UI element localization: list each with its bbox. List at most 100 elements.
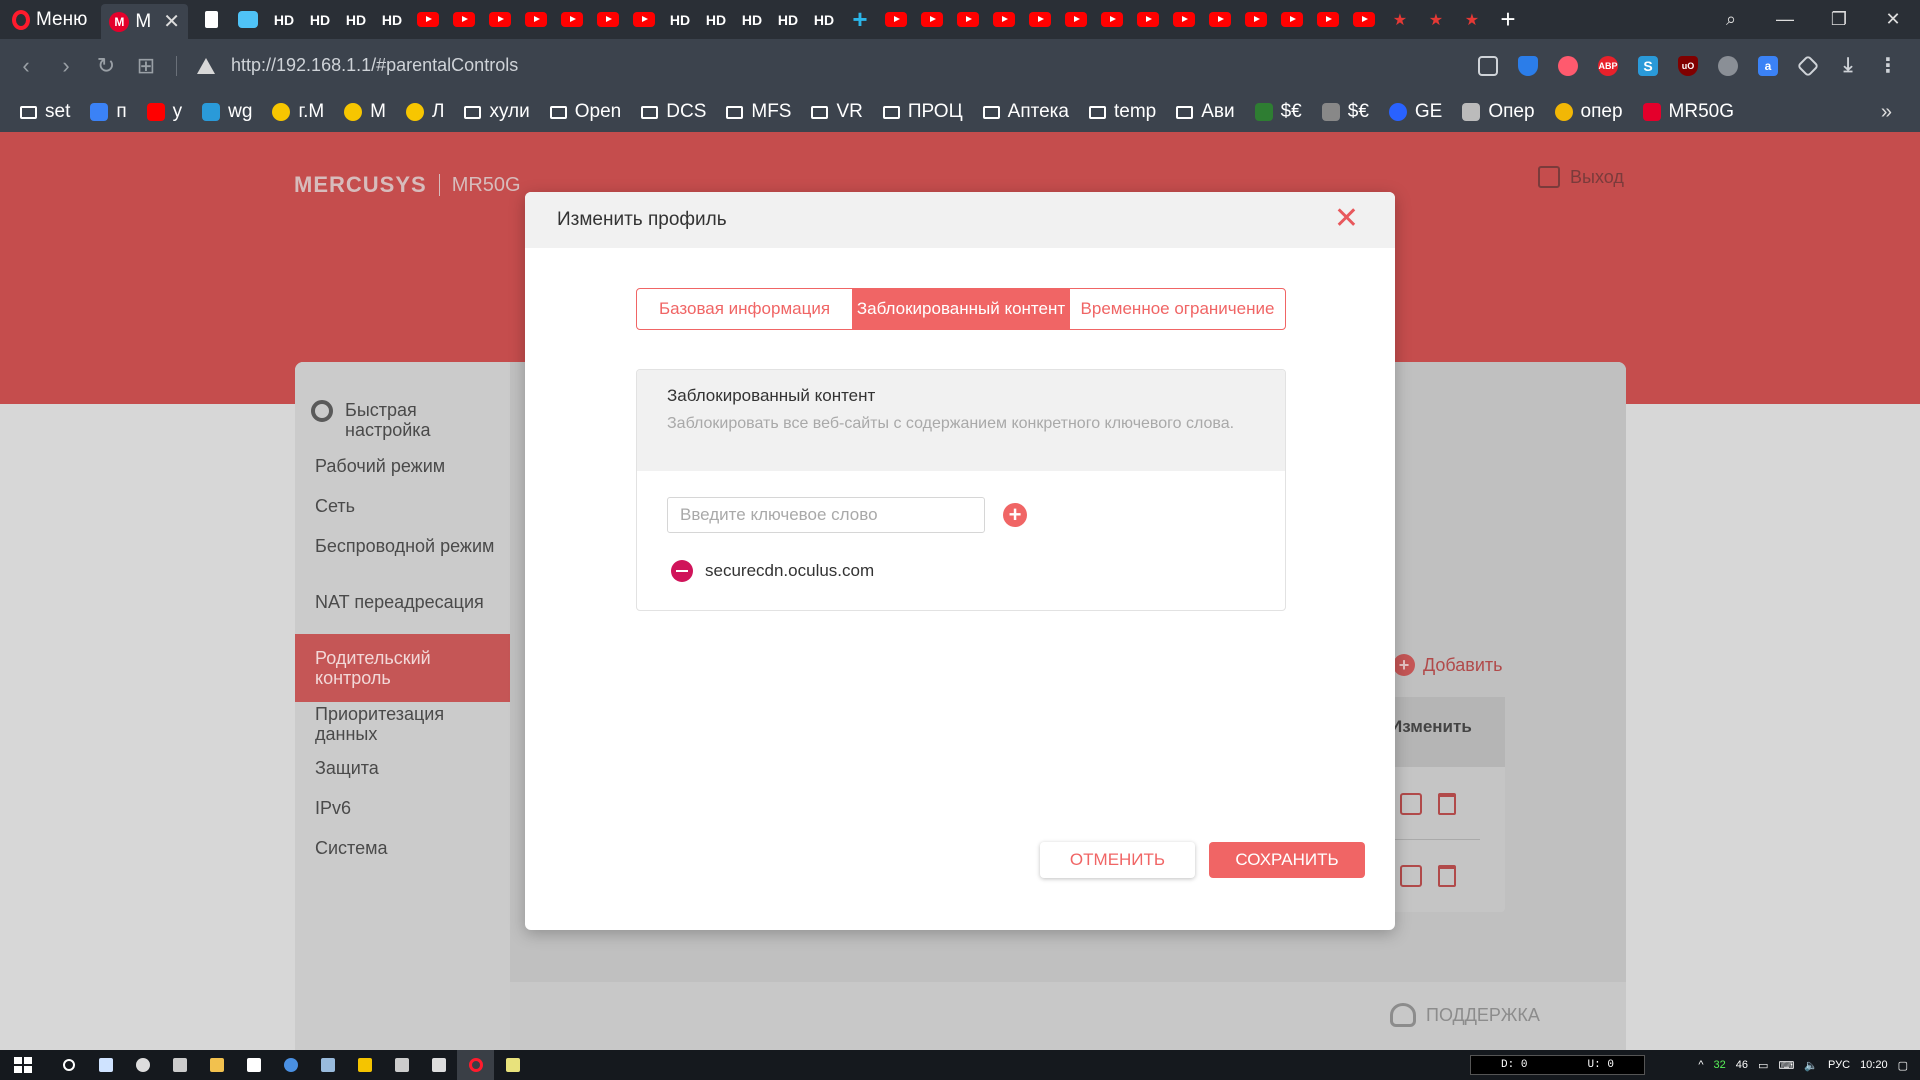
sidebar-item-wireless[interactable]: Беспроводной режим <box>315 536 495 556</box>
notifications-icon[interactable]: ▢ <box>1898 1059 1908 1072</box>
pinned-tab[interactable] <box>986 0 1022 39</box>
sidebar-item-quick-setup[interactable]: Быстрая настройка <box>311 400 495 440</box>
bookmark-item[interactable]: у <box>146 101 182 123</box>
bookmark-item[interactable]: Л <box>406 101 444 123</box>
insecure-warning-icon[interactable] <box>197 57 215 74</box>
taskbar-app-icon[interactable] <box>420 1050 457 1080</box>
bookmark-item[interactable]: DCS <box>641 101 706 123</box>
keyword-input[interactable] <box>667 497 985 533</box>
cube-icon[interactable] <box>1788 54 1828 77</box>
bookmark-item[interactable]: wg <box>202 101 252 123</box>
opera-taskbar-icon[interactable] <box>457 1050 494 1080</box>
explorer-folder-icon[interactable] <box>198 1050 235 1080</box>
sidebar-item-network[interactable]: Сеть <box>315 496 495 516</box>
download-icon[interactable]: ⤓ <box>1828 54 1868 76</box>
start-windows-icon[interactable] <box>14 1057 32 1073</box>
opera-menu-button[interactable]: Меню <box>0 0 101 39</box>
bookmark-item[interactable]: опер <box>1554 101 1623 123</box>
sidebar-item-parental-controls[interactable]: Родительский контроль <box>295 634 510 702</box>
bookmark-item[interactable]: г.М <box>272 101 324 123</box>
sidebar-item-ipv6[interactable]: IPv6 <box>315 798 495 818</box>
pinned-tab[interactable] <box>626 0 662 39</box>
close-icon[interactable]: ✕ <box>1334 204 1359 234</box>
bookmark-item[interactable]: п <box>90 101 127 123</box>
pinned-tab[interactable] <box>1130 0 1166 39</box>
pinned-tab-hd[interactable]: HD <box>338 0 374 39</box>
back-icon[interactable]: ‹ <box>6 53 46 79</box>
bookmark-item[interactable]: MFS <box>726 101 791 123</box>
bookmark-item[interactable]: М <box>344 101 386 123</box>
search-tabs-icon[interactable]: ⌕ <box>1704 0 1758 39</box>
pinned-tab[interactable] <box>1094 0 1130 39</box>
translate-icon[interactable]: a <box>1748 55 1788 76</box>
bookmark-item[interactable]: Аптека <box>982 101 1069 123</box>
notepad-icon[interactable] <box>87 1050 124 1080</box>
bookmark-item[interactable]: VR <box>811 101 863 123</box>
language-indicator[interactable]: РУС <box>1828 1059 1850 1071</box>
logout-button[interactable]: Выход <box>1538 166 1624 188</box>
bookmark-item[interactable]: MR50G <box>1642 101 1734 123</box>
pinned-tab-star-icon[interactable]: ★ <box>1454 0 1490 39</box>
more-bookmarks-icon[interactable]: » <box>1881 101 1892 124</box>
adblock-icon[interactable]: ABP <box>1588 55 1628 76</box>
pinned-tab[interactable] <box>590 0 626 39</box>
pinned-tab[interactable] <box>878 0 914 39</box>
network-icon[interactable]: ▭ <box>1758 1059 1768 1072</box>
pinned-tab[interactable] <box>1166 0 1202 39</box>
sidebar-item-nat-forwarding[interactable]: NAT переадресация <box>315 592 495 612</box>
bookmark-item[interactable]: Open <box>549 101 621 123</box>
tab-time-limits[interactable]: Временное ограничение <box>1069 289 1285 329</box>
pinned-tab[interactable] <box>482 0 518 39</box>
bookmark-item[interactable]: $€ <box>1321 101 1369 123</box>
pinned-tab-hd[interactable]: HD <box>662 0 698 39</box>
bookmark-item[interactable]: GE <box>1388 101 1442 123</box>
pinned-tab-star-icon[interactable]: ★ <box>1382 0 1418 39</box>
forward-icon[interactable]: › <box>46 53 86 79</box>
taskbar-app-icon[interactable] <box>346 1050 383 1080</box>
save-button[interactable]: СОХРАНИТЬ <box>1209 842 1365 878</box>
pinned-tab[interactable] <box>1274 0 1310 39</box>
sidebar-item-security[interactable]: Защита <box>315 758 495 778</box>
pinned-tab-hd[interactable]: HD <box>734 0 770 39</box>
url-field[interactable]: http://192.168.1.1/#parentalControls <box>231 55 1468 76</box>
reload-icon[interactable]: ↻ <box>86 53 126 79</box>
close-tab-icon[interactable]: ✕ <box>163 9 180 34</box>
pinned-tab-hd[interactable]: HD <box>302 0 338 39</box>
pinned-tab-medical-cross-icon[interactable]: + <box>842 0 878 39</box>
more-menu-icon[interactable]: ⋮ <box>1868 55 1908 77</box>
tab-basic-info[interactable]: Базовая информация <box>637 289 853 329</box>
search-icon[interactable] <box>50 1050 87 1080</box>
vpn-shield-icon[interactable] <box>1508 55 1548 76</box>
pinned-tab[interactable] <box>1022 0 1058 39</box>
pinned-tab-hd[interactable]: HD <box>698 0 734 39</box>
globe-icon[interactable] <box>1708 55 1748 76</box>
pinned-tab[interactable] <box>230 0 266 39</box>
tray-chevron-icon[interactable]: ^ <box>1698 1059 1703 1071</box>
pinned-tab[interactable] <box>554 0 590 39</box>
pinned-tab[interactable] <box>194 0 230 39</box>
tab-grid-icon[interactable]: ⊞ <box>126 53 166 79</box>
pinned-tab-hd[interactable]: HD <box>806 0 842 39</box>
pinned-tab[interactable] <box>446 0 482 39</box>
pinned-tab[interactable] <box>1346 0 1382 39</box>
pinned-tab[interactable] <box>1238 0 1274 39</box>
trash-icon[interactable] <box>1438 793 1456 815</box>
sidebar-item-system[interactable]: Система <box>315 838 495 858</box>
sidebar-item-operation-mode[interactable]: Рабочий режим <box>315 456 495 476</box>
taskbar-app-icon[interactable] <box>272 1050 309 1080</box>
pinned-tab[interactable] <box>914 0 950 39</box>
sidebar-item-qos[interactable]: Приоритезация данных <box>315 704 495 744</box>
taskbar-app-icon[interactable] <box>309 1050 346 1080</box>
notes-icon[interactable] <box>494 1050 531 1080</box>
trash-icon[interactable] <box>1438 865 1456 887</box>
add-profile-button[interactable]: + Добавить <box>1393 654 1503 676</box>
taskbar-app-icon[interactable] <box>161 1050 198 1080</box>
gamepad-icon[interactable] <box>383 1050 420 1080</box>
pinned-tab[interactable] <box>1310 0 1346 39</box>
support-link[interactable]: ПОДДЕРЖКА <box>1390 1003 1540 1027</box>
pinned-tab-star-icon[interactable]: ★ <box>1418 0 1454 39</box>
add-keyword-plus-icon[interactable]: + <box>1003 503 1027 527</box>
ublock-icon[interactable]: uO <box>1668 55 1708 76</box>
active-tab[interactable]: M M ✕ <box>101 4 188 39</box>
remove-keyword-minus-icon[interactable] <box>671 560 693 582</box>
